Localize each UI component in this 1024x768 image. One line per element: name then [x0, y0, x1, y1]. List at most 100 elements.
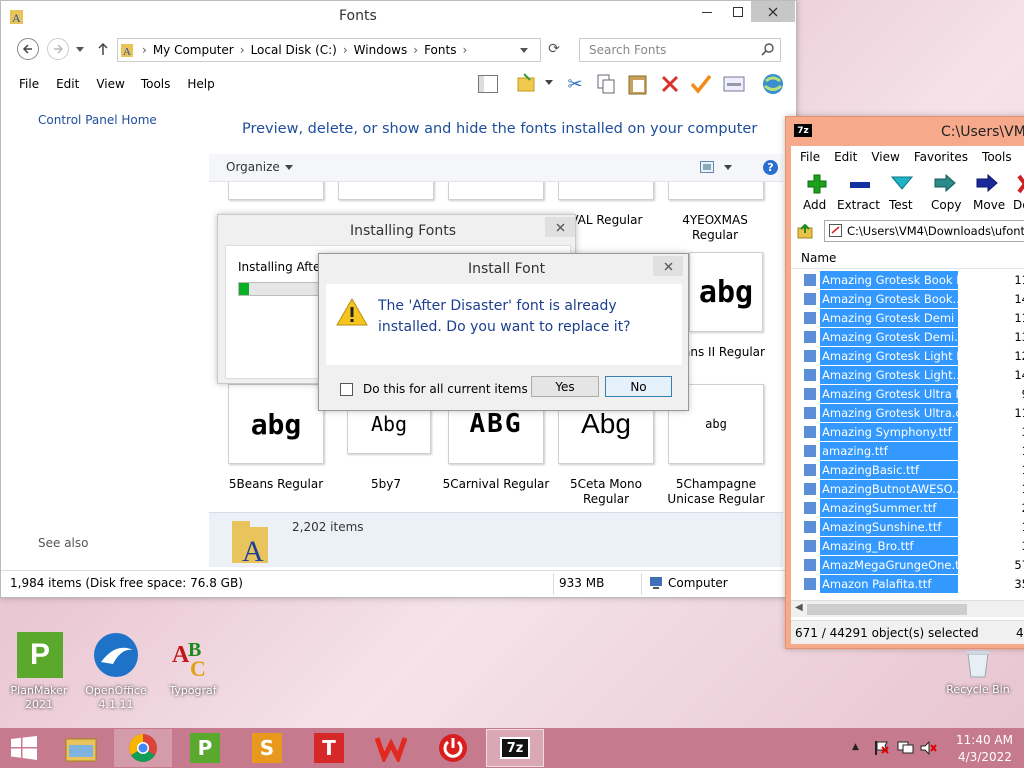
- zip-file-row[interactable]: Amazing Grotesk Book I... 11: [803, 270, 1024, 289]
- zip-file-row[interactable]: Amazing Grotesk Demi I... 11: [803, 308, 1024, 327]
- network-icon[interactable]: [897, 741, 915, 755]
- menu-file[interactable]: File: [19, 77, 39, 91]
- font-tile[interactable]: abg: [689, 252, 763, 332]
- address-bar[interactable]: A › My Computer › Local Disk (C:) › Wind…: [117, 38, 541, 62]
- close-button[interactable]: [545, 217, 575, 237]
- search-input[interactable]: Search Fonts: [579, 38, 781, 62]
- zip-menu-view[interactable]: View: [871, 150, 899, 164]
- extract-icon[interactable]: [850, 182, 870, 188]
- move-arrow-icon[interactable]: [976, 174, 998, 192]
- zip-file-row[interactable]: Amazing_Bro.ttf3: [803, 536, 1024, 555]
- delete-icon[interactable]: [659, 73, 681, 95]
- no-button[interactable]: No: [605, 376, 672, 397]
- move-label[interactable]: Move: [973, 198, 1005, 212]
- show-hidden-icons[interactable]: ▲: [852, 742, 859, 752]
- help-icon[interactable]: ?: [763, 160, 778, 175]
- chevron-down-icon[interactable]: [545, 80, 553, 85]
- zip-file-row[interactable]: AmazingButnotAWESO...1: [803, 479, 1024, 498]
- taskbar-planmaker[interactable]: P: [176, 729, 234, 767]
- taskbar-presentations[interactable]: S: [238, 729, 296, 767]
- add-icon[interactable]: [807, 174, 827, 194]
- clock-time[interactable]: 11:40 AM: [956, 733, 1013, 747]
- folder-up-icon[interactable]: [797, 223, 813, 239]
- view-dropdown-icon[interactable]: [724, 165, 732, 170]
- cut-icon[interactable]: ✂: [564, 73, 586, 95]
- forward-icon[interactable]: [47, 38, 69, 60]
- refresh-icon[interactable]: ⟳: [545, 40, 563, 58]
- test-label[interactable]: Test: [889, 198, 913, 212]
- test-icon[interactable]: [891, 176, 913, 190]
- zip-hscrollbar[interactable]: ◀: [791, 600, 1024, 617]
- zip-menu-tools[interactable]: Tools: [982, 150, 1012, 164]
- fonts-titlebar[interactable]: A Fonts: [1, 1, 796, 32]
- desktop-icon-recycle-bin[interactable]: Recycle Bin: [943, 645, 1013, 705]
- breadcrumb-item[interactable]: Fonts: [424, 43, 456, 57]
- desktop-icon-planmaker[interactable]: P PlanMaker 2021: [4, 630, 74, 712]
- menu-tools[interactable]: Tools: [141, 77, 171, 91]
- taskbar-7zip[interactable]: 7z: [486, 729, 544, 767]
- checkmark-icon[interactable]: [690, 73, 712, 95]
- zip-menu-favorites[interactable]: Favorites: [914, 150, 968, 164]
- copy-label[interactable]: Copy: [931, 198, 961, 212]
- yes-button[interactable]: Yes: [531, 376, 599, 397]
- zip-file-row[interactable]: Amazing Symphony.ttf3: [803, 422, 1024, 441]
- zip-menu-file[interactable]: File: [800, 150, 820, 164]
- zip-file-row[interactable]: AmazingBasic.ttf1: [803, 460, 1024, 479]
- zip-file-row[interactable]: Amazing Grotesk Ultra.otf 11: [803, 403, 1024, 422]
- breadcrumb-item[interactable]: Windows: [354, 43, 408, 57]
- zip-file-row[interactable]: AmazMegaGrungeOne.ttf 57: [803, 555, 1024, 574]
- control-panel-home-link[interactable]: Control Panel Home: [38, 113, 157, 127]
- menu-help[interactable]: Help: [187, 77, 214, 91]
- extract-label[interactable]: Extract: [837, 198, 880, 212]
- organize-button[interactable]: Organize: [226, 160, 293, 174]
- up-icon[interactable]: [95, 40, 111, 58]
- font-tile[interactable]: [558, 182, 654, 200]
- zip-titlebar[interactable]: 7z C:\Users\VM4: [786, 117, 1024, 145]
- view-icon[interactable]: [700, 161, 714, 173]
- volume-icon[interactable]: [920, 741, 938, 755]
- address-dropdown-icon[interactable]: [519, 45, 529, 55]
- taskbar-explorer[interactable]: [52, 729, 110, 767]
- delete-x-icon[interactable]: [1017, 174, 1024, 194]
- zip-file-row[interactable]: Amazing Grotesk Demi.... 13: [803, 327, 1024, 346]
- taskbar-textmaker[interactable]: T: [300, 729, 358, 767]
- zip-file-row[interactable]: Amazing Grotesk Light.... 14: [803, 365, 1024, 384]
- start-button[interactable]: [0, 729, 48, 767]
- zip-file-row[interactable]: Amazing Grotesk Book.... 14: [803, 289, 1024, 308]
- zip-file-row[interactable]: Amazon Palafita.ttf 35: [803, 574, 1024, 593]
- zip-file-row[interactable]: Amazing Grotesk Light I... 12: [803, 346, 1024, 365]
- back-icon[interactable]: [17, 38, 39, 60]
- desktop-icon-openoffice[interactable]: OpenOffice 4.1.11: [81, 630, 151, 712]
- add-label[interactable]: Add: [803, 198, 826, 212]
- close-button[interactable]: [751, 1, 795, 22]
- close-button[interactable]: [653, 256, 683, 276]
- clock-date[interactable]: 4/3/2022: [958, 750, 1012, 764]
- zip-menu-edit[interactable]: Edit: [834, 150, 857, 164]
- copy-arrow-icon[interactable]: [934, 174, 956, 192]
- action-center-icon[interactable]: [874, 741, 890, 755]
- copy-icon[interactable]: [595, 73, 617, 95]
- zip-file-row[interactable]: Amazing Grotesk Ultra I...9: [803, 384, 1024, 403]
- zip-file-row[interactable]: AmazingSunshine.ttf1: [803, 517, 1024, 536]
- breadcrumb-item[interactable]: Local Disk (C:): [251, 43, 337, 57]
- font-tile[interactable]: [668, 182, 764, 200]
- layout-pane-icon[interactable]: [477, 74, 499, 94]
- breadcrumb-item[interactable]: My Computer: [153, 43, 234, 57]
- scroll-thumb[interactable]: [807, 604, 967, 615]
- font-tile[interactable]: [228, 182, 324, 200]
- font-tile[interactable]: [448, 182, 544, 200]
- scroll-left-icon[interactable]: ◀: [795, 602, 803, 613]
- taskbar-wps[interactable]: [362, 729, 420, 767]
- zip-file-row[interactable]: AmazingSummer.ttf2: [803, 498, 1024, 517]
- recent-dropdown-icon[interactable]: [75, 44, 85, 54]
- taskbar-power-app[interactable]: [424, 729, 482, 767]
- delete-label[interactable]: Del: [1013, 198, 1024, 212]
- font-tile[interactable]: [338, 182, 434, 200]
- desktop-icon-typograf[interactable]: ABC Typograf: [158, 630, 228, 712]
- folder-options-icon[interactable]: [515, 72, 539, 94]
- font-tile[interactable]: abg: [228, 384, 324, 464]
- menu-edit[interactable]: Edit: [56, 77, 79, 91]
- paste-icon[interactable]: [627, 72, 649, 96]
- col-name-header[interactable]: Name: [801, 251, 836, 265]
- properties-icon[interactable]: [722, 73, 746, 95]
